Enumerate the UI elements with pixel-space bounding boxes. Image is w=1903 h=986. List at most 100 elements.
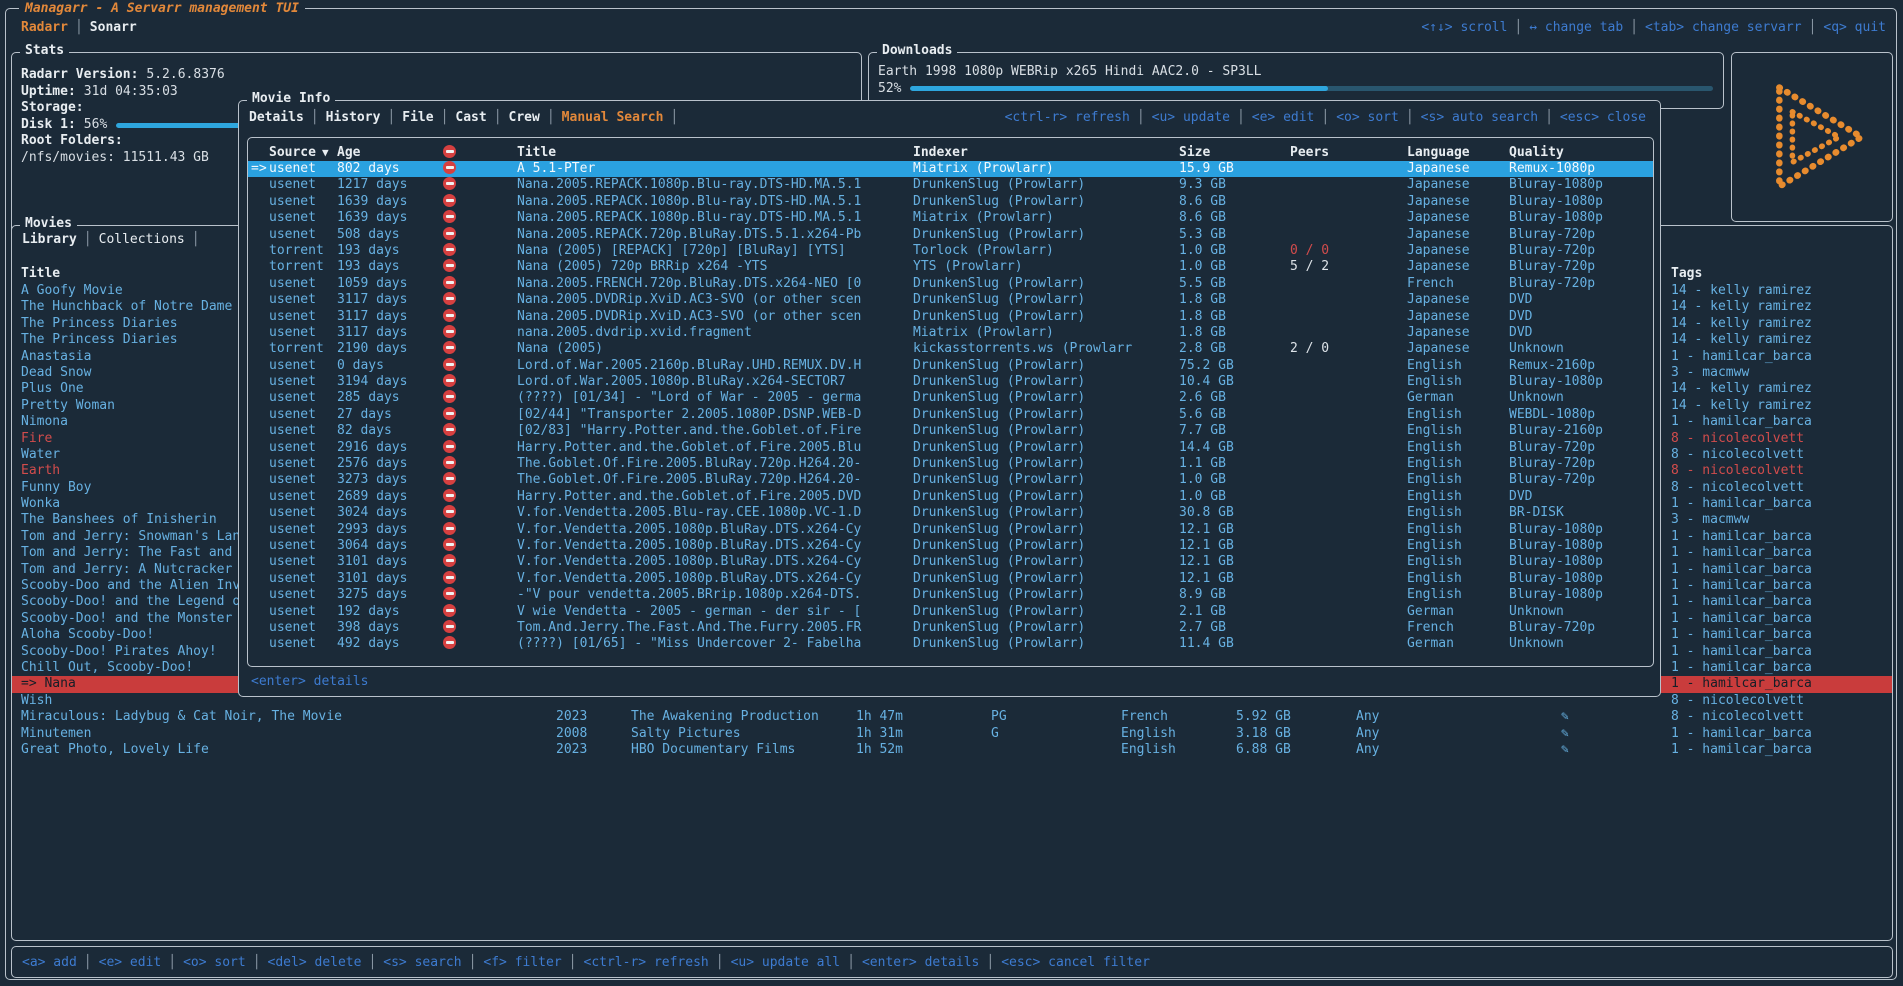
release-title: Nana.2005.REPACK.720p.BluRay.DTS.5.1.x26… <box>517 227 913 243</box>
column-header-age[interactable]: Age <box>337 144 443 161</box>
reject-icon <box>443 587 456 600</box>
column-header-quality[interactable]: Quality <box>1509 144 1653 161</box>
release-row[interactable]: torrent2190 daysNana (2005)kickasstorren… <box>248 341 1653 357</box>
disk-percent-value: 56% <box>84 117 107 134</box>
release-language: English <box>1407 554 1509 570</box>
uptime-value: 31d 04:35:03 <box>84 84 178 101</box>
release-row[interactable]: usenet192 daysV wie Vendetta - 2005 - ge… <box>248 604 1653 620</box>
release-age: 2190 days <box>337 341 443 357</box>
column-header-release-title[interactable]: Title <box>517 144 913 161</box>
release-row[interactable]: =>usenet802 daysA 5.1-PTerMiatrix (Prowl… <box>248 161 1653 177</box>
release-select-arrow <box>251 489 269 505</box>
movie-language: English <box>1121 742 1236 758</box>
release-row[interactable]: usenet2576 daysThe.Goblet.Of.Fire.2005.B… <box>248 456 1653 472</box>
release-row[interactable]: usenet3101 daysV.for.Vendetta.2005.1080p… <box>248 554 1653 570</box>
release-row[interactable]: usenet508 daysNana.2005.REPACK.720p.BluR… <box>248 227 1653 243</box>
release-row[interactable]: torrent193 daysNana (2005) 720p BRRip x2… <box>248 259 1653 275</box>
release-reject-cell <box>443 243 517 259</box>
movies-tab-collections[interactable]: Collections <box>99 232 185 247</box>
release-size: 2.6 GB <box>1179 390 1290 406</box>
release-title: The.Goblet.Of.Fire.2005.BluRay.720p.H264… <box>517 456 913 472</box>
release-size: 1.8 GB <box>1179 325 1290 341</box>
release-age: 1059 days <box>337 276 443 292</box>
release-row[interactable]: usenet82 days[02/83] "Harry.Potter.and.t… <box>248 423 1653 439</box>
release-row[interactable]: usenet398 daysTom.And.Jerry.The.Fast.And… <box>248 620 1653 636</box>
release-row[interactable]: usenet3275 days-"V pour vendetta.2005.BR… <box>248 587 1653 603</box>
movie-info-tab-history[interactable]: History <box>326 110 381 125</box>
release-row[interactable]: usenet1059 daysNana.2005.FRENCH.720p.Blu… <box>248 276 1653 292</box>
release-row[interactable]: usenet3273 daysThe.Goblet.Of.Fire.2005.B… <box>248 472 1653 488</box>
release-peers <box>1290 456 1407 472</box>
release-quality: DVD <box>1509 489 1653 505</box>
column-header-source[interactable]: Source▼ <box>269 144 337 161</box>
download-item-line[interactable]: Earth 1998 1080p WEBRip x265 Hindi AAC2.… <box>869 64 1723 81</box>
movie-info-tab-cast[interactable]: Cast <box>455 110 486 125</box>
release-age: 3194 days <box>337 374 443 390</box>
release-row[interactable]: usenet3117 daysNana.2005.DVDRip.XviD.AC3… <box>248 292 1653 308</box>
release-row[interactable]: usenet3024 daysV.for.Vendetta.2005.Blu-r… <box>248 505 1653 521</box>
movies-tab-library[interactable]: Library <box>22 232 77 247</box>
release-row[interactable]: usenet2993 daysV.for.Vendetta.2005.1080p… <box>248 522 1653 538</box>
reject-icon <box>443 423 456 436</box>
servarr-tab-radarr[interactable]: Radarr <box>21 20 68 35</box>
release-quality: Bluray-1080p <box>1509 554 1653 570</box>
movie-info-tab-details[interactable]: Details <box>249 110 304 125</box>
release-row[interactable]: usenet1217 daysNana.2005.REPACK.1080p.Bl… <box>248 177 1653 193</box>
movie-tag: 1 - hamilcar_barca <box>1671 676 1892 692</box>
release-select-arrow <box>251 423 269 439</box>
release-row[interactable]: usenet1639 daysNana.2005.REPACK.1080p.Bl… <box>248 194 1653 210</box>
movie-title: Great Photo, Lovely Life <box>21 742 556 758</box>
movie-row[interactable]: Great Photo, Lovely Life2023HBO Document… <box>12 742 1892 758</box>
movie-row[interactable]: Minutemen2008Salty Pictures1h 31mGEnglis… <box>12 726 1892 742</box>
release-row[interactable]: usen­et3101 daysV.for.Vendetta.2005.1080… <box>248 571 1653 587</box>
release-age: 1639 days <box>337 194 443 210</box>
release-row[interactable]: torrent193 daysNana (2005) [REPACK] [720… <box>248 243 1653 259</box>
release-language: German <box>1407 390 1509 406</box>
release-language: English <box>1407 440 1509 456</box>
movie-row[interactable]: Miraculous: Ladybug & Cat Noir, The Movi… <box>12 709 1892 725</box>
release-age: 3024 days <box>337 505 443 521</box>
servarr-tab-sonarr[interactable]: Sonarr <box>90 20 137 35</box>
movie-info-tab-file[interactable]: File <box>402 110 433 125</box>
release-quality: Unknown <box>1509 604 1653 620</box>
release-row[interactable]: usenet285 days(????) [01/34] - "Lord of … <box>248 390 1653 406</box>
release-row[interactable]: usenet492 days(????) [01/65] - "Miss Und… <box>248 636 1653 652</box>
movie-tag: 3 - macmww <box>1671 512 1892 528</box>
reject-icon <box>443 522 456 535</box>
release-source: usenet <box>269 407 337 423</box>
release-age: 2576 days <box>337 456 443 472</box>
release-age: 82 days <box>337 423 443 439</box>
tab-separator: │ <box>380 110 402 125</box>
release-source: usenet <box>269 522 337 538</box>
release-size: 1.8 GB <box>1179 309 1290 325</box>
release-title: Nana (2005) 720p BRRip x264 -YTS <box>517 259 913 275</box>
column-header-language[interactable]: Language <box>1407 144 1509 161</box>
release-language: English <box>1407 456 1509 472</box>
release-age: 3064 days <box>337 538 443 554</box>
release-age: 508 days <box>337 227 443 243</box>
release-source: usenet <box>269 177 337 193</box>
shortcut-ctrl-r-refresh: <ctrl-r> refresh <box>1005 110 1130 125</box>
release-size: 1.0 GB <box>1179 472 1290 488</box>
release-source: usenet <box>269 194 337 210</box>
release-row[interactable]: usenet2689 daysHarry.Potter.and.the.Gobl… <box>248 489 1653 505</box>
release-row[interactable]: usenet3064 daysV.for.Vendetta.2005.1080p… <box>248 538 1653 554</box>
shortcut-f-filter: <f> filter <box>483 955 561 970</box>
release-size: 12.1 GB <box>1179 554 1290 570</box>
movie-info-tab-crew[interactable]: Crew <box>509 110 540 125</box>
release-row[interactable]: usenet2916 daysHarry.Potter.and.the.Gobl… <box>248 440 1653 456</box>
movie-tag: 1 - hamilcar_barca <box>1671 496 1892 512</box>
release-row[interactable]: usenet3117 daysnana.2005.dvdrip.xvid.fra… <box>248 325 1653 341</box>
movie-tag: 1 - hamilcar_barca <box>1671 545 1892 561</box>
release-row[interactable]: usenet1639 daysNana.2005.REPACK.1080p.Bl… <box>248 210 1653 226</box>
release-quality: DVD <box>1509 309 1653 325</box>
column-header-indexer[interactable]: Indexer <box>913 144 1179 161</box>
column-header-size[interactable]: Size <box>1179 144 1290 161</box>
release-row[interactable]: usenet3117 daysNana.2005.DVDRip.XviD.AC3… <box>248 309 1653 325</box>
release-row[interactable]: usenet3194 daysLord.of.War.2005.1080p.Bl… <box>248 374 1653 390</box>
shortcut--scroll: <↑↓> scroll <box>1421 20 1507 35</box>
column-header-peers[interactable]: Peers <box>1290 144 1407 161</box>
movie-info-tab-manual-search[interactable]: Manual Search <box>562 110 664 125</box>
release-row[interactable]: usenet0 daysLord.of.War.2005.2160p.BluRa… <box>248 358 1653 374</box>
release-row[interactable]: usenet27 days[02/44] "Transporter 2.2005… <box>248 407 1653 423</box>
